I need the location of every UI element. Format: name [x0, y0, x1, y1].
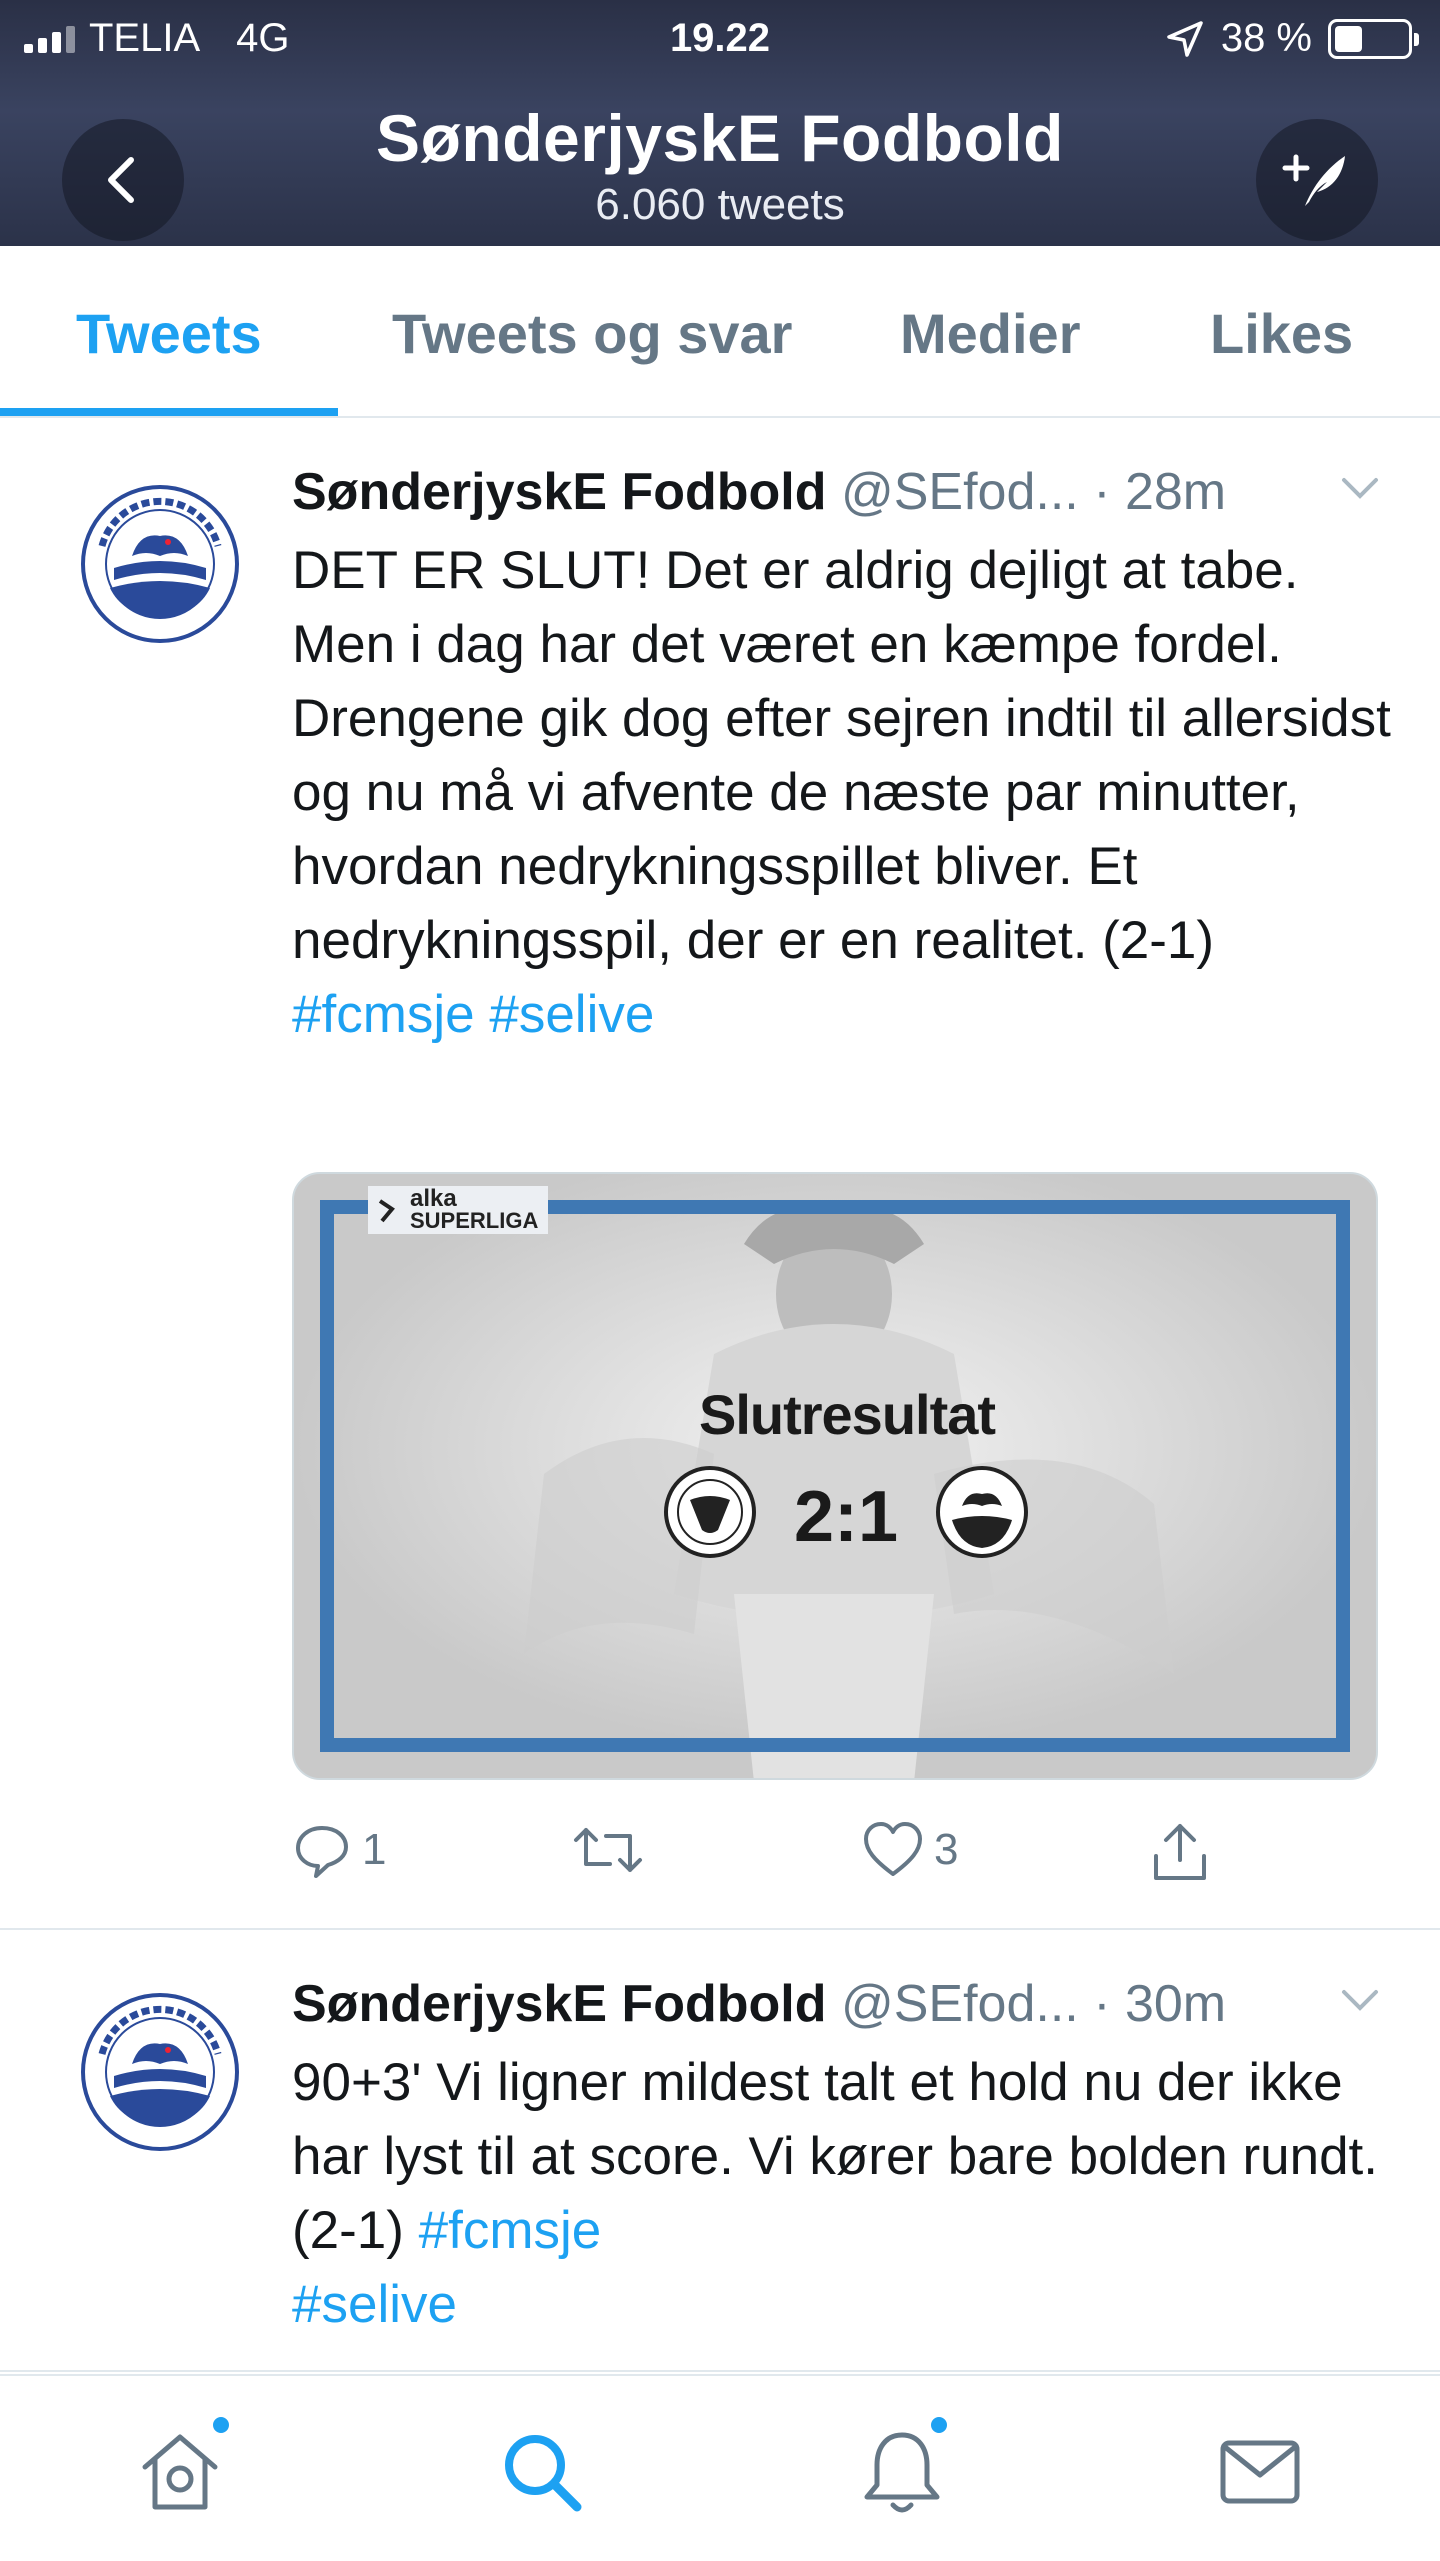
result-headline: Slutresultat [698, 1383, 996, 1446]
share-button[interactable] [1148, 1820, 1212, 1884]
profile-tabs: Tweets Tweets og svar Medier Likes [0, 246, 1440, 418]
active-tab-indicator [0, 408, 338, 416]
author-handle[interactable]: @SEfod... [841, 463, 1079, 521]
retweet-button[interactable] [572, 1820, 654, 1880]
author-name[interactable]: SønderjyskE Fodbold [292, 1975, 827, 2033]
reply-icon [296, 1826, 348, 1878]
bottom-tab-bar [0, 2374, 1440, 2561]
home-notification-dot [210, 2414, 232, 2436]
tab-tweets[interactable]: Tweets [76, 301, 262, 366]
tab-notifications[interactable] [852, 2414, 952, 2522]
tweet-header: SønderjyskE Fodbold @SEfod... · 28m [292, 462, 1402, 534]
compose-tweet-button[interactable] [1256, 119, 1378, 241]
hashtag-link[interactable]: #fcmsje [292, 985, 475, 1044]
hashtag-link[interactable]: #selive [292, 2275, 457, 2334]
hashtag-link[interactable]: #selive [489, 985, 654, 1044]
home-icon [142, 2434, 218, 2510]
battery-percent: 38 % [1220, 16, 1312, 60]
compose-tweet-icon [1282, 154, 1345, 206]
tweet-count: 6.060 tweets [595, 180, 845, 229]
league-name: SUPERLIGA [410, 1208, 539, 1233]
superliga-mark-icon [378, 1199, 395, 1223]
tab-search[interactable] [492, 2422, 592, 2522]
reply-count: 1 [362, 1825, 387, 1874]
away-team-crest-icon [936, 1466, 1028, 1558]
tab-tweets-and-replies[interactable]: Tweets og svar [392, 301, 792, 366]
league-text: alka SUPERLIGA [410, 1185, 539, 1233]
avatar[interactable] [80, 484, 240, 644]
share-icon [1154, 1824, 1206, 1880]
status-right: 38 % [1165, 16, 1419, 61]
battery-icon [1328, 18, 1419, 59]
tab-home[interactable] [130, 2414, 232, 2522]
author-name[interactable]: SønderjyskE Fodbold [292, 463, 827, 521]
profile-title: SønderjyskE Fodbold [376, 101, 1064, 175]
notifications-icon [864, 2432, 940, 2513]
like-button[interactable]: 3 [862, 1820, 958, 1880]
tweet-media-image[interactable]: alka SUPERLIGA Slutresultat 2:1 [292, 1172, 1378, 1780]
profile-header: TELIA 4G 19.22 38 % SønderjyskE Fodbold … [0, 0, 1440, 246]
reply-button[interactable]: 1 [292, 1820, 386, 1880]
battery-level [1335, 25, 1362, 52]
chevron-down-icon[interactable] [1336, 468, 1384, 508]
hashtag-link[interactable]: #fcmsje [419, 2201, 602, 2260]
tab-media[interactable]: Medier [900, 301, 1081, 366]
search-icon [505, 2435, 582, 2512]
tweet-text: 90+3' Vi ligner mildest talt et hold nu … [292, 2046, 1402, 2342]
chevron-down-icon[interactable] [1336, 1980, 1384, 2020]
retweet-icon [574, 1828, 642, 1872]
like-count: 3 [934, 1825, 959, 1874]
tweet-actions: 1 3 [292, 1820, 1402, 1900]
tweet-header: SønderjyskE Fodbold @SEfod... · 30m [292, 1974, 1402, 2046]
location-arrow-icon [1167, 20, 1203, 57]
tweet-text: DET ER SLUT! Det er aldrig dejligt at ta… [292, 534, 1402, 1052]
tab-messages[interactable] [1210, 2422, 1310, 2522]
avatar[interactable] [80, 1992, 240, 2152]
notifications-dot [928, 2414, 950, 2436]
heart-icon [864, 1822, 922, 1876]
tweet-time: · 30m [1093, 1975, 1227, 2033]
league-logo: alka SUPERLIGA [368, 1185, 549, 1234]
tweet[interactable]: SønderjyskE Fodbold @SEfod... · 30m 90+3… [0, 1932, 1440, 2372]
tweet-time: · 28m [1093, 463, 1227, 521]
status-bar: TELIA 4G 19.22 38 % [0, 0, 1440, 80]
messages-icon [1220, 2440, 1300, 2504]
tab-likes[interactable]: Likes [1210, 301, 1353, 366]
final-score: 2:1 [793, 1477, 899, 1557]
league-sponsor: alka [410, 1185, 457, 1212]
header-titles: SønderjyskE Fodbold 6.060 tweets [0, 100, 1440, 230]
author-handle[interactable]: @SEfod... [841, 1975, 1079, 2033]
tweet[interactable]: SønderjyskE Fodbold @SEfod... · 28m DET … [0, 420, 1440, 1930]
tweet-body: DET ER SLUT! Det er aldrig dejligt at ta… [292, 541, 1391, 970]
